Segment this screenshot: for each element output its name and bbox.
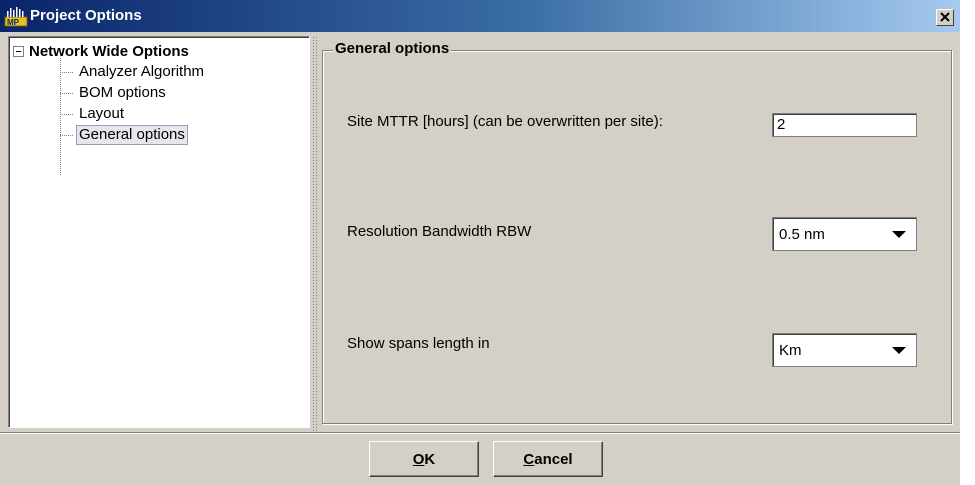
- mttr-label: Site MTTR [hours] (can be overwritten pe…: [347, 113, 663, 130]
- ok-label-rest: K: [424, 450, 436, 468]
- tree-root-label: Network Wide Options: [29, 42, 189, 60]
- button-bar-separator: [0, 432, 960, 434]
- tree-item-analyzer-algorithm[interactable]: Analyzer Algorithm: [60, 62, 207, 82]
- mttr-input[interactable]: 2: [772, 113, 917, 137]
- tree-root-node[interactable]: Network Wide Options: [13, 42, 189, 60]
- cancel-button[interactable]: Cancel: [493, 441, 603, 477]
- mp-app-icon: MP: [4, 7, 28, 27]
- rbw-label: Resolution Bandwidth RBW: [347, 223, 532, 240]
- options-tree[interactable]: Network Wide Options Analyzer Algorithm …: [8, 36, 310, 428]
- cancel-label-rest: ancel: [534, 450, 573, 468]
- chevron-down-icon[interactable]: [892, 347, 906, 354]
- spans-selected-value: Km: [779, 341, 802, 359]
- options-panel: General options Site MTTR [hours] (can b…: [318, 36, 956, 432]
- tree-item-label: Layout: [79, 105, 125, 122]
- window-title: Project Options: [30, 7, 142, 24]
- tree-item-label: General options: [76, 125, 188, 145]
- svg-text:MP: MP: [7, 18, 20, 27]
- ok-mnemonic: O: [412, 450, 425, 468]
- spans-unit-select[interactable]: Km: [772, 333, 917, 367]
- spans-label: Show spans length in: [347, 335, 490, 352]
- rbw-select[interactable]: 0.5 nm: [772, 217, 917, 251]
- collapse-icon[interactable]: [13, 45, 24, 57]
- close-button[interactable]: [936, 9, 954, 26]
- tree-item-label: BOM options: [79, 84, 166, 101]
- close-icon: [940, 12, 950, 22]
- window-edge: [960, 0, 975, 485]
- tree-item-label: Analyzer Algorithm: [79, 63, 205, 80]
- tree-item-general-options[interactable]: General options: [60, 125, 188, 145]
- cancel-mnemonic: C: [523, 450, 535, 468]
- general-options-group: General options Site MTTR [hours] (can b…: [322, 40, 952, 424]
- tree-item-bom-options[interactable]: BOM options: [60, 83, 169, 103]
- title-bar[interactable]: MP Project Options: [0, 0, 960, 32]
- group-title: General options: [333, 40, 452, 57]
- tree-item-layout[interactable]: Layout: [60, 104, 127, 124]
- rbw-selected-value: 0.5 nm: [779, 225, 825, 243]
- ok-button[interactable]: OK: [369, 441, 479, 477]
- chevron-down-icon[interactable]: [892, 231, 906, 238]
- project-options-dialog: MP Project Options Network Wide Options …: [0, 0, 975, 485]
